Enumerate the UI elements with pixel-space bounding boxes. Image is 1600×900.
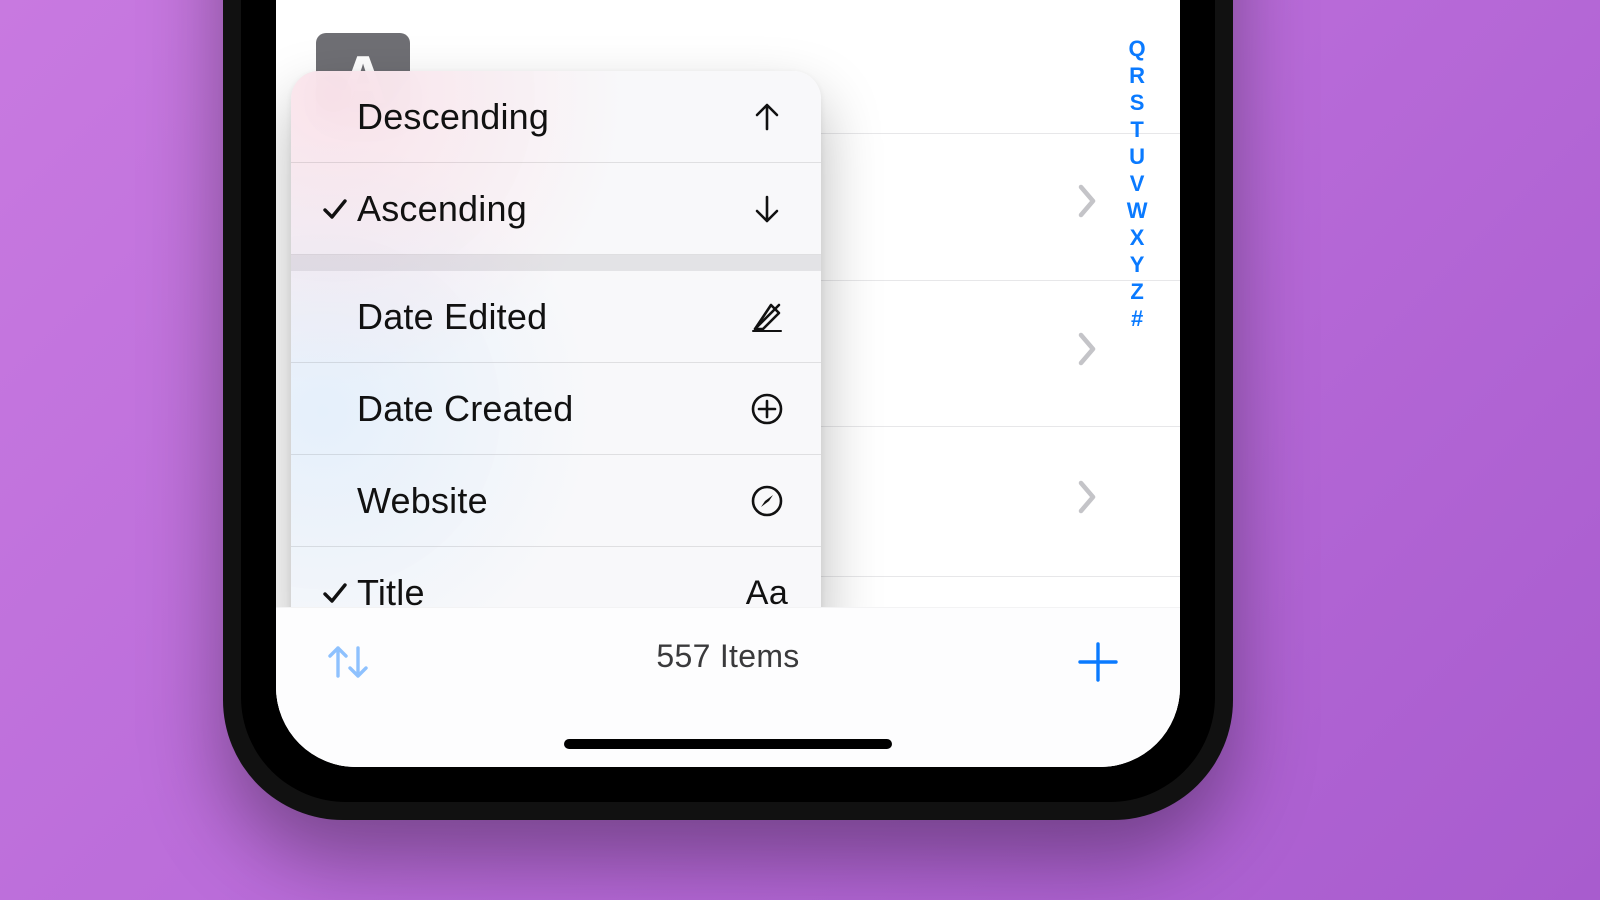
- arrow-down-icon: [745, 191, 789, 227]
- add-button[interactable]: [1072, 636, 1124, 693]
- menu-item-label: Date Edited: [357, 296, 745, 338]
- plus-circle-icon: [745, 391, 789, 427]
- arrow-up-icon: [745, 99, 789, 135]
- sort-button[interactable]: [322, 636, 374, 693]
- menu-item-label: Website: [357, 480, 745, 522]
- index-letter[interactable]: U: [1129, 146, 1145, 168]
- chevron-right-icon: [1074, 329, 1100, 374]
- chevron-right-icon: [1074, 477, 1100, 522]
- index-letter[interactable]: R: [1129, 65, 1145, 87]
- app-screen: A Q R S T U V W X Y Z: [276, 0, 1180, 767]
- sort-field-date-edited[interactable]: Date Edited: [291, 271, 821, 363]
- menu-item-label: Descending: [357, 96, 745, 138]
- index-letter[interactable]: Y: [1130, 254, 1145, 276]
- menu-separator: [291, 255, 821, 271]
- index-letter[interactable]: T: [1130, 119, 1144, 141]
- toolbar: 557 Items: [276, 607, 1180, 767]
- index-letter[interactable]: S: [1130, 92, 1145, 114]
- safari-icon: [745, 483, 789, 519]
- sort-field-website[interactable]: Website: [291, 455, 821, 547]
- section-index[interactable]: Q R S T U V W X Y Z #: [1127, 38, 1148, 330]
- menu-item-label: Date Created: [357, 388, 745, 430]
- checkmark-icon: [313, 196, 357, 222]
- menu-item-label: Ascending: [357, 188, 745, 230]
- chevron-right-icon: [1074, 181, 1100, 226]
- item-count: 557 Items: [276, 638, 1180, 675]
- home-indicator[interactable]: [564, 739, 892, 749]
- phone-frame: A Q R S T U V W X Y Z: [223, 0, 1233, 820]
- sort-direction-descending[interactable]: Descending: [291, 71, 821, 163]
- index-letter[interactable]: Q: [1129, 38, 1147, 60]
- index-letter[interactable]: #: [1131, 308, 1144, 330]
- index-letter[interactable]: Z: [1130, 281, 1144, 303]
- checkmark-icon: [313, 580, 357, 606]
- index-letter[interactable]: X: [1130, 227, 1145, 249]
- index-letter[interactable]: V: [1130, 173, 1145, 195]
- sort-menu: Descending Ascending: [291, 71, 821, 639]
- sort-field-date-created[interactable]: Date Created: [291, 363, 821, 455]
- index-letter[interactable]: W: [1127, 200, 1148, 222]
- sort-direction-ascending[interactable]: Ascending: [291, 163, 821, 255]
- pencil-icon: [745, 299, 789, 335]
